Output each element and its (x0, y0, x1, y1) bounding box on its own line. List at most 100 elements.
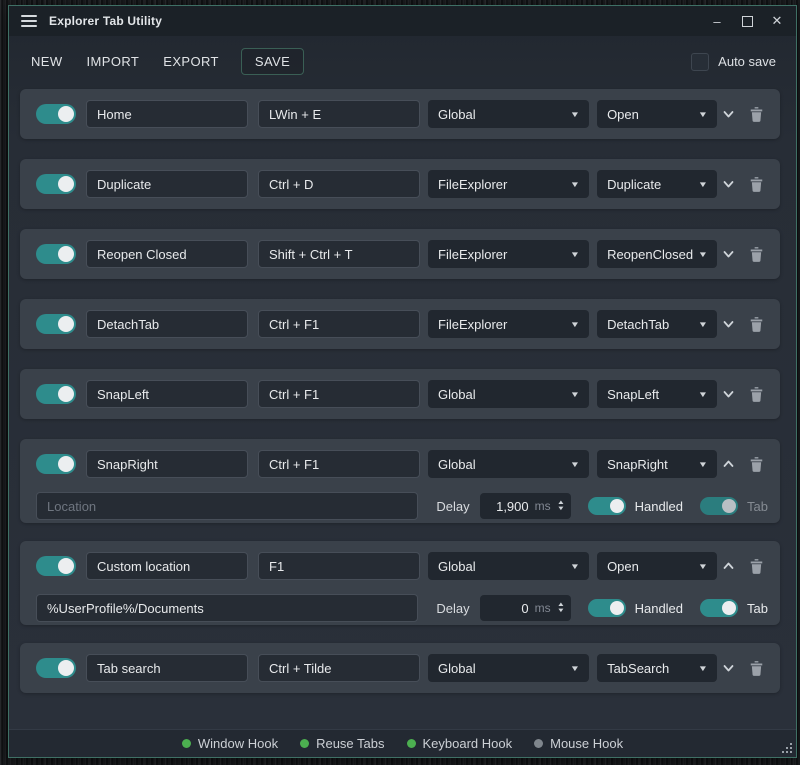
expand-button[interactable] (717, 381, 741, 407)
auto-save-checkbox[interactable] (691, 53, 709, 71)
delete-button[interactable] (745, 171, 769, 197)
enabled-toggle[interactable] (36, 104, 76, 124)
spinner-down-icon[interactable]: ▼ (556, 608, 564, 614)
location-input[interactable] (36, 492, 418, 520)
action-select[interactable]: Open▼ (597, 552, 717, 580)
chevron-up-icon (721, 559, 736, 573)
enabled-toggle[interactable] (36, 244, 76, 264)
name-input[interactable] (86, 100, 248, 128)
action-select[interactable]: SnapLeft▼ (597, 380, 717, 408)
row-main: FileExplorer▼ ReopenClosed▼ (36, 229, 768, 279)
name-input[interactable] (86, 654, 248, 682)
delay-spinner[interactable]: ▲▼ (558, 500, 564, 512)
scope-select[interactable]: Global▼ (428, 100, 589, 128)
enabled-toggle[interactable] (36, 314, 76, 334)
hotkey-row: FileExplorer▼ DetachTab▼ (20, 299, 780, 349)
chevron-down-icon (721, 387, 736, 401)
menu-bar: NEW IMPORT EXPORT SAVE Auto save (9, 36, 796, 85)
collapse-button[interactable] (717, 553, 741, 579)
import-button[interactable]: IMPORT (85, 49, 142, 74)
resize-grip-icon[interactable] (781, 742, 793, 754)
hotkey-input[interactable] (258, 552, 420, 580)
action-value: SnapRight (607, 457, 668, 472)
hotkey-list: Global▼ Open▼ FileExplorer▼ Duplicate▼ (9, 85, 796, 729)
hotkey-input[interactable] (258, 240, 420, 268)
spinner-down-icon[interactable]: ▼ (556, 506, 564, 512)
close-button[interactable]: ✕ (762, 6, 792, 36)
scope-select[interactable]: Global▼ (428, 654, 589, 682)
delay-input[interactable]: 0 ms ▲▼ (480, 595, 571, 621)
hotkey-input[interactable] (258, 380, 420, 408)
name-input[interactable] (86, 380, 248, 408)
expand-button[interactable] (717, 311, 741, 337)
chevron-down-icon: ▼ (570, 110, 580, 119)
enabled-toggle[interactable] (36, 174, 76, 194)
name-input[interactable] (86, 450, 248, 478)
scope-select[interactable]: Global▼ (428, 552, 589, 580)
toggle-knob-icon (610, 601, 624, 615)
scope-select[interactable]: FileExplorer▼ (428, 240, 589, 268)
expand-button[interactable] (717, 171, 741, 197)
expand-button[interactable] (717, 241, 741, 267)
name-input[interactable] (86, 552, 248, 580)
scope-select[interactable]: Global▼ (428, 380, 589, 408)
expand-button[interactable] (717, 655, 741, 681)
delete-button[interactable] (745, 311, 769, 337)
delete-button[interactable] (745, 553, 769, 579)
status-bar: Window Hook Reuse Tabs Keyboard Hook Mou… (9, 729, 796, 757)
handled-toggle[interactable] (588, 497, 626, 515)
scope-select[interactable]: FileExplorer▼ (428, 310, 589, 338)
enabled-toggle[interactable] (36, 384, 76, 404)
enabled-toggle[interactable] (36, 556, 76, 576)
action-value: TabSearch (607, 661, 669, 676)
delay-input[interactable]: 1,900 ms ▲▼ (480, 493, 571, 519)
new-button[interactable]: NEW (29, 49, 65, 74)
handled-toggle[interactable] (588, 599, 626, 617)
hotkey-input[interactable] (258, 100, 420, 128)
scope-select[interactable]: FileExplorer▼ (428, 170, 589, 198)
title-bar: Explorer Tab Utility – ✕ (9, 6, 796, 36)
hotkey-input[interactable] (258, 170, 420, 198)
delete-button[interactable] (745, 241, 769, 267)
hotkey-input[interactable] (258, 654, 420, 682)
collapse-button[interactable] (717, 451, 741, 477)
status-label: Keyboard Hook (423, 736, 513, 751)
name-input[interactable] (86, 240, 248, 268)
action-select[interactable]: SnapRight▼ (597, 450, 717, 478)
action-select[interactable]: ReopenClosed▼ (597, 240, 717, 268)
save-button[interactable]: SAVE (241, 48, 304, 75)
hotkey-row: Global▼ Open▼ (20, 89, 780, 139)
enabled-toggle[interactable] (36, 658, 76, 678)
location-input[interactable] (36, 594, 418, 622)
delay-spinner[interactable]: ▲▼ (558, 602, 564, 614)
minimize-button[interactable]: – (702, 6, 732, 36)
delete-button[interactable] (745, 451, 769, 477)
action-select[interactable]: TabSearch▼ (597, 654, 717, 682)
action-value: Duplicate (607, 177, 661, 192)
name-input[interactable] (86, 170, 248, 198)
tab-toggle[interactable] (700, 497, 738, 515)
scope-select[interactable]: Global▼ (428, 450, 589, 478)
hamburger-menu-icon[interactable] (21, 15, 37, 27)
action-select[interactable]: Open▼ (597, 100, 717, 128)
delete-button[interactable] (745, 381, 769, 407)
hotkey-row: FileExplorer▼ ReopenClosed▼ (20, 229, 780, 279)
auto-save-control[interactable]: Auto save (691, 53, 776, 71)
status-label: Reuse Tabs (316, 736, 384, 751)
scope-value: Global (438, 457, 476, 472)
hotkey-input[interactable] (258, 310, 420, 338)
status-dot-icon (300, 739, 309, 748)
expand-button[interactable] (717, 101, 741, 127)
delete-button[interactable] (745, 655, 769, 681)
maximize-button[interactable] (732, 6, 762, 36)
export-button[interactable]: EXPORT (161, 49, 221, 74)
hotkey-input[interactable] (258, 450, 420, 478)
tab-toggle[interactable] (700, 599, 738, 617)
toggle-knob-icon (58, 316, 74, 332)
enabled-toggle[interactable] (36, 454, 76, 474)
action-select[interactable]: Duplicate▼ (597, 170, 717, 198)
name-input[interactable] (86, 310, 248, 338)
delete-button[interactable] (745, 101, 769, 127)
action-select[interactable]: DetachTab▼ (597, 310, 717, 338)
status-label: Mouse Hook (550, 736, 623, 751)
